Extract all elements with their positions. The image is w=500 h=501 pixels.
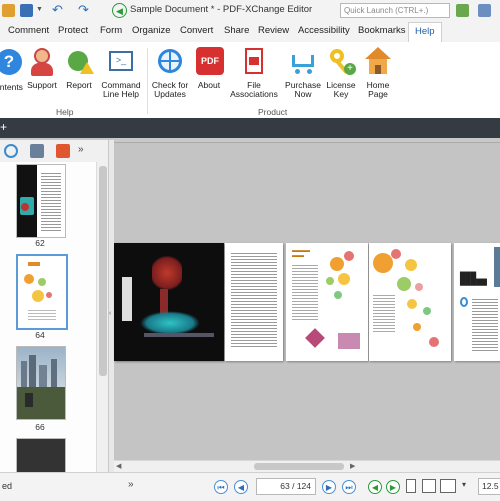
back-view-button[interactable]: ◀ bbox=[368, 480, 382, 494]
scrollbar-thumb[interactable] bbox=[99, 166, 107, 376]
thumbnail-list: 62 64 66 bbox=[0, 162, 96, 500]
report-button[interactable]: Report bbox=[64, 47, 94, 90]
document-tab-strip: + bbox=[0, 118, 500, 138]
page-65-right bbox=[369, 243, 451, 361]
command-line-help-button[interactable]: >_ Command Line Help bbox=[98, 47, 144, 99]
thumbnail-label: 64 bbox=[35, 330, 45, 340]
tab-accessibility[interactable]: Accessibility bbox=[298, 25, 350, 36]
page-total: / 124 bbox=[292, 481, 311, 491]
tab-share[interactable]: Share bbox=[224, 25, 249, 36]
contents-button[interactable]: ? ontents bbox=[0, 47, 24, 92]
file-associations-button[interactable]: File Associations bbox=[229, 47, 279, 99]
purchase-now-button[interactable]: Purchase Now bbox=[284, 47, 322, 99]
support-button[interactable]: Support bbox=[26, 47, 58, 90]
file-association-icon bbox=[239, 47, 269, 77]
page-heading-graphic: ▇▇▇ ▇▇▇▇▇ bbox=[460, 270, 487, 286]
layout-icon[interactable] bbox=[478, 4, 491, 17]
cart-icon bbox=[288, 47, 318, 77]
single-page-icon[interactable] bbox=[406, 479, 416, 493]
forward-view-button[interactable]: ▶ bbox=[386, 480, 400, 494]
tab-organize[interactable]: Organize bbox=[132, 25, 171, 36]
previous-page-button[interactable]: ◀ bbox=[234, 480, 248, 494]
quick-launch-input[interactable]: Quick Launch (CTRL+.) bbox=[340, 3, 450, 18]
more-options-icon[interactable]: » bbox=[78, 144, 84, 155]
facing-pages-icon[interactable] bbox=[440, 479, 456, 493]
dropdown-icon[interactable]: ▼ bbox=[36, 6, 43, 13]
help-question-icon: ? bbox=[0, 49, 24, 79]
next-page-button[interactable]: ▶ bbox=[322, 480, 336, 494]
tab-convert[interactable]: Convert bbox=[180, 25, 213, 36]
tab-protect[interactable]: Protect bbox=[58, 25, 88, 36]
page-63-right bbox=[225, 243, 283, 361]
page-64-left: ▬▬▬ ▬▬ bbox=[286, 243, 368, 361]
command-line-icon: >_ bbox=[106, 47, 136, 77]
thumbnail-page-62[interactable] bbox=[16, 164, 66, 238]
save-icon[interactable] bbox=[20, 4, 33, 17]
group-separator bbox=[147, 48, 148, 114]
zoom-field[interactable]: 12.5 bbox=[478, 478, 500, 495]
page-66-left: ▇▇▇ ▇▇▇▇▇ bbox=[454, 243, 500, 361]
scroll-left-icon[interactable]: ◀ bbox=[116, 462, 121, 470]
tab-comment[interactable]: Comment bbox=[8, 25, 49, 36]
options-chevron-icon[interactable]: » bbox=[128, 479, 134, 490]
document-view[interactable]: ▬▬▬ ▬▬ ▇▇▇ ▇▇▇▇▇ bbox=[114, 142, 500, 461]
continuous-page-icon[interactable] bbox=[422, 479, 436, 493]
page-heading-graphic: ▬▬▬ ▬▬ bbox=[292, 248, 310, 259]
home-page-button[interactable]: Home Page bbox=[362, 47, 394, 99]
thumbnails-panel: » 62 64 66 bbox=[0, 140, 111, 500]
globe-update-icon bbox=[155, 47, 185, 77]
pdf-about-icon: PDF bbox=[194, 47, 224, 77]
rotate-icon[interactable] bbox=[4, 144, 18, 158]
tab-form[interactable]: Form bbox=[100, 25, 122, 36]
page-number-field[interactable]: 63 / 124 bbox=[256, 478, 316, 495]
new-tab-icon[interactable]: + bbox=[0, 120, 7, 134]
support-agent-icon bbox=[27, 47, 57, 77]
about-button[interactable]: PDF About bbox=[192, 47, 226, 90]
layout-dropdown-icon[interactable]: ▾ bbox=[462, 480, 466, 489]
bug-report-icon bbox=[64, 47, 94, 77]
license-key-icon: + bbox=[326, 47, 356, 77]
first-page-button[interactable]: ⏮ bbox=[214, 480, 228, 494]
redo-icon[interactable]: ↷ bbox=[78, 2, 89, 18]
quick-launch-icon[interactable] bbox=[456, 4, 469, 17]
tab-bookmarks[interactable]: Bookmarks bbox=[358, 25, 406, 36]
thumbnail-label: 62 bbox=[35, 238, 45, 248]
home-icon bbox=[363, 47, 393, 77]
license-key-button[interactable]: + License Key bbox=[324, 47, 358, 99]
thumbnail-label: 66 bbox=[35, 422, 45, 432]
folder-icon[interactable] bbox=[2, 4, 15, 17]
current-page: 63 bbox=[280, 481, 290, 491]
title-bar: ▼ ↶ ↷ ◀ Sample Document * - PDF-XChange … bbox=[0, 0, 500, 23]
thumbnail-page-66[interactable] bbox=[16, 346, 66, 420]
scrollbar-thumb[interactable] bbox=[254, 463, 344, 470]
scroll-right-icon[interactable]: ▶ bbox=[350, 462, 355, 470]
group-label-product: Product bbox=[258, 107, 288, 117]
page-62-left bbox=[114, 243, 224, 361]
group-label-help: Help bbox=[56, 107, 74, 117]
thumbnails-toolbar: » bbox=[0, 140, 110, 163]
last-page-button[interactable]: ⏭ bbox=[342, 480, 356, 494]
tab-help[interactable]: Help bbox=[408, 22, 442, 42]
ribbon: ? ontents Support Report >_ Command Line… bbox=[0, 42, 500, 119]
check-updates-button[interactable]: Check for Updates bbox=[150, 47, 190, 99]
ribbon-tabs: Comment Protect Form Organize Convert Sh… bbox=[0, 22, 500, 42]
undo-icon[interactable]: ↶ bbox=[52, 2, 63, 18]
delete-icon[interactable] bbox=[56, 144, 70, 158]
print-icon[interactable] bbox=[30, 144, 44, 158]
collapse-arrow-icon[interactable]: ‹ bbox=[109, 310, 111, 317]
tab-review[interactable]: Review bbox=[258, 25, 289, 36]
back-icon[interactable]: ◀ bbox=[112, 3, 127, 18]
window-title: Sample Document * - PDF-XChange Editor bbox=[130, 4, 313, 15]
thumbnail-page-64[interactable] bbox=[16, 254, 68, 330]
status-bar: ed » ⏮ ◀ 63 / 124 ▶ ⏭ ◀ ▶ ▾ 12.5 bbox=[0, 472, 500, 501]
status-text: ed bbox=[2, 481, 13, 491]
